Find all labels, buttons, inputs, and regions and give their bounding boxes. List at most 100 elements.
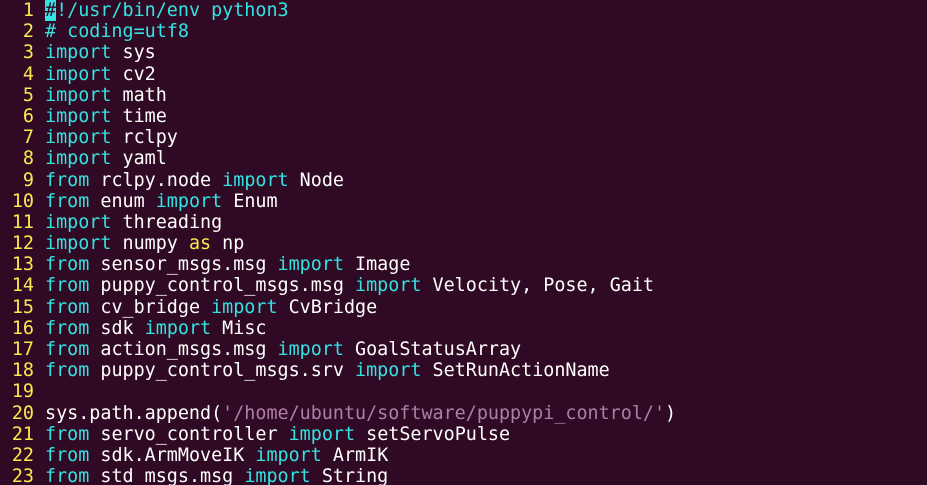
code-line[interactable]: 13 from sensor_msgs.msg import Image	[0, 254, 927, 275]
code-token: puppy_control_msgs.msg	[89, 275, 356, 297]
code-token: puppy_control_msgs.srv	[89, 360, 356, 382]
code-token: servo_controller	[89, 423, 289, 445]
line-code[interactable]: from sdk import Misc	[34, 318, 927, 339]
code-token: std_msgs.msg	[89, 466, 245, 485]
code-token: GoalStatusArray	[343, 339, 522, 360]
line-code[interactable]: from enum import Enum	[34, 191, 927, 212]
line-code[interactable]	[34, 381, 927, 402]
line-code[interactable]: import math	[34, 85, 927, 106]
code-editor[interactable]: 1 #!/usr/bin/env python3 2 # coding=utf8 3 im…	[0, 0, 927, 485]
code-token: rclpy	[111, 127, 178, 149]
code-line[interactable]: 7 import rclpy	[0, 127, 927, 148]
code-line[interactable]: 20 sys.path.append('/home/ubuntu/software…	[0, 403, 927, 424]
code-line[interactable]: 1 #!/usr/bin/env python3	[0, 0, 927, 21]
code-line[interactable]: 6 import time	[0, 106, 927, 127]
line-code[interactable]: from servo_controller import setServoPul…	[34, 424, 927, 445]
line-code[interactable]: import threading	[34, 212, 927, 233]
line-number: 13	[11, 254, 34, 276]
code-token: import	[355, 360, 422, 382]
line-code[interactable]: from puppy_control_msgs.msg import Veloc…	[34, 275, 927, 296]
line-code[interactable]: # coding=utf8	[34, 21, 927, 42]
code-line[interactable]: 3 import sys	[0, 42, 927, 63]
line-number: 21	[11, 423, 34, 445]
code-token: import	[255, 444, 322, 466]
line-code[interactable]: from rclpy.node import Node	[34, 170, 927, 191]
line-code[interactable]: import yaml	[34, 148, 927, 169]
line-number: 10	[11, 190, 34, 212]
code-line[interactable]: 8 import yaml	[0, 148, 927, 169]
code-line[interactable]: 11 import threading	[0, 212, 927, 233]
code-token: import	[45, 105, 112, 127]
code-token: from	[45, 360, 90, 382]
code-token: !/usr/bin/env python3	[56, 0, 289, 21]
code-line[interactable]: 14 from puppy_control_msgs.msg import Vel…	[0, 275, 927, 296]
code-line[interactable]: 19	[0, 381, 927, 402]
line-number: 11	[11, 211, 34, 233]
code-token: from	[45, 444, 90, 466]
line-number: 14	[11, 275, 34, 297]
code-token: from	[45, 423, 90, 445]
code-token: import	[45, 84, 112, 106]
code-token: action_msgs.msg	[89, 339, 278, 360]
code-line[interactable]: 21 from servo_controller import setServoP…	[0, 424, 927, 445]
text-cursor: #	[45, 0, 57, 21]
code-token: from	[45, 339, 90, 360]
line-code[interactable]: from std_msgs.msg import String	[34, 466, 927, 485]
code-token: import	[211, 296, 278, 318]
line-number: 1	[22, 0, 34, 21]
code-token: import	[155, 190, 223, 212]
line-number: 22	[11, 444, 34, 466]
code-token: from	[45, 296, 90, 318]
code-token: import	[45, 148, 112, 170]
line-code[interactable]: import time	[34, 106, 927, 127]
line-number: 6	[22, 105, 34, 127]
code-line[interactable]: 2 # coding=utf8	[0, 21, 927, 42]
code-token: import	[288, 423, 356, 445]
code-line[interactable]: 12 import numpy as np	[0, 233, 927, 254]
code-line[interactable]: 9 from rclpy.node import Node	[0, 170, 927, 191]
code-token: from	[45, 466, 90, 485]
line-number: 7	[22, 127, 34, 149]
code-token: time	[111, 105, 167, 127]
line-number: 20	[11, 402, 34, 424]
code-token: enum	[89, 190, 156, 212]
line-code[interactable]: from sensor_msgs.msg import Image	[34, 254, 927, 275]
line-number: 23	[11, 466, 34, 485]
code-token: np	[211, 233, 245, 255]
code-line[interactable]: 4 import cv2	[0, 64, 927, 85]
line-code[interactable]: from puppy_control_msgs.srv import SetRu…	[34, 360, 927, 381]
code-token: from	[45, 169, 90, 191]
code-token: sensor_msgs.msg	[89, 254, 278, 276]
line-code[interactable]: import numpy as np	[34, 233, 927, 254]
line-code[interactable]: import sys	[34, 42, 927, 63]
code-line[interactable]: 18 from puppy_control_msgs.srv import Set…	[0, 360, 927, 381]
code-line[interactable]: 10 from enum import Enum	[0, 191, 927, 212]
code-line[interactable]: 15 from cv_bridge import CvBridge	[0, 297, 927, 318]
line-code[interactable]: import rclpy	[34, 127, 927, 148]
code-token: from	[45, 317, 90, 339]
code-token: sdk.ArmMoveIK	[89, 444, 256, 466]
code-token: import	[244, 466, 311, 485]
code-token: import	[144, 317, 212, 339]
code-token: from	[45, 190, 90, 212]
code-token: yaml	[111, 148, 167, 170]
code-token: String	[310, 466, 389, 485]
line-code[interactable]: sys.path.append('/home/ubuntu/software/p…	[34, 403, 927, 424]
line-code[interactable]: from cv_bridge import CvBridge	[34, 297, 927, 318]
code-token: import	[45, 233, 112, 255]
line-code[interactable]: import cv2	[34, 64, 927, 85]
code-line[interactable]: 16 from sdk import Misc	[0, 318, 927, 339]
code-token: SetRunActionName	[421, 360, 610, 382]
line-code[interactable]: from action_msgs.msg import GoalStatusAr…	[34, 339, 927, 360]
line-code[interactable]: #!/usr/bin/env python3	[34, 0, 927, 21]
code-line[interactable]: 17 from action_msgs.msg import GoalStatus…	[0, 339, 927, 360]
code-token: import	[45, 127, 112, 149]
line-code[interactable]: from sdk.ArmMoveIK import ArmIK	[34, 445, 927, 466]
code-line[interactable]: 23 from std_msgs.msg import String	[0, 466, 927, 485]
code-line[interactable]: 22 from sdk.ArmMoveIK import ArmIK	[0, 445, 927, 466]
code-token: import	[277, 254, 344, 276]
line-number: 15	[11, 296, 34, 318]
code-token: )	[665, 402, 677, 424]
code-line[interactable]: 5 import math	[0, 85, 927, 106]
code-token: import	[222, 169, 289, 191]
